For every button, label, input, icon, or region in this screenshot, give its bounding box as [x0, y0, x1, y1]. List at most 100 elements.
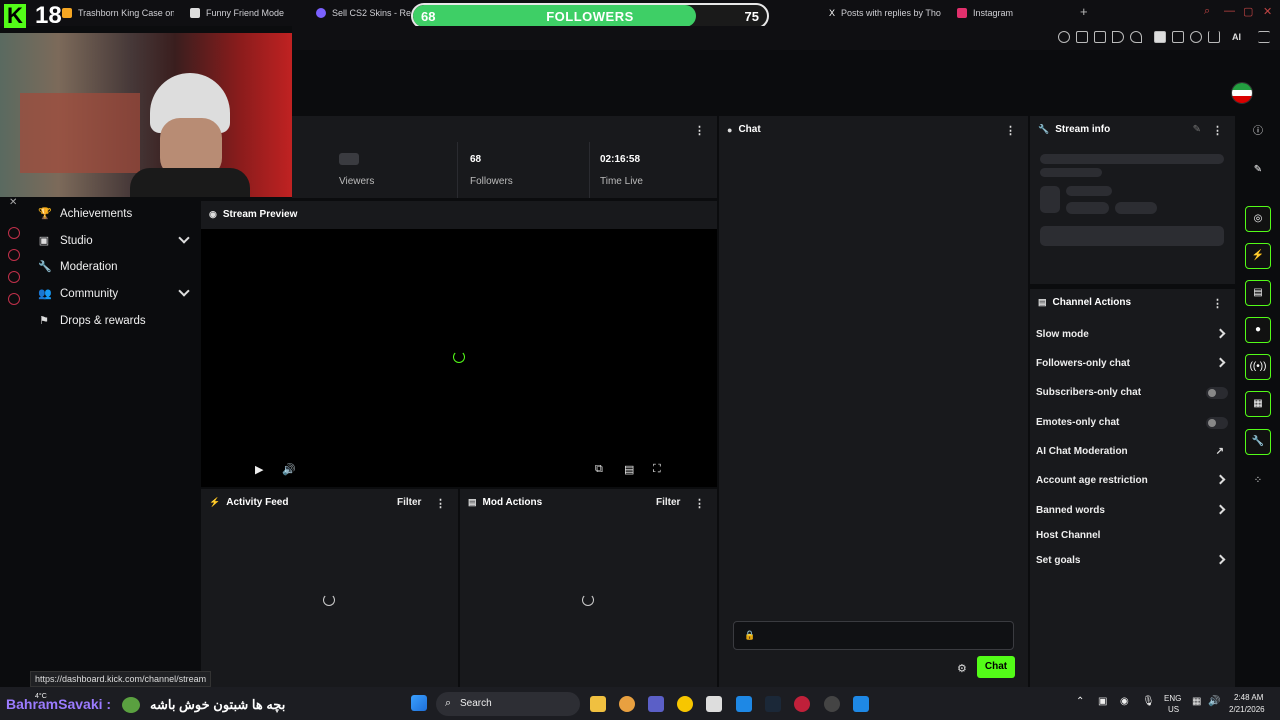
trophy-icon: 🏆 [38, 208, 52, 220]
subscribers-only-toggle[interactable] [1206, 387, 1228, 399]
chat-settings-icon[interactable]: ⚙ [957, 662, 967, 675]
activity-filter-button[interactable]: Filter [397, 497, 421, 508]
play-button[interactable]: ▶ [255, 463, 263, 476]
extension-icon[interactable] [1154, 31, 1166, 43]
profile-icon[interactable] [1190, 31, 1202, 43]
sidebar-item-moderation[interactable]: 🔧 Moderation [38, 256, 188, 278]
widget-channel-actions-button[interactable]: ▦ [1245, 391, 1271, 417]
fullscreen-button[interactable]: ⛶ [653, 463, 661, 476]
sidebar-item-achievements[interactable]: 🏆 Achievements [38, 203, 188, 225]
action-host-channel[interactable]: Host Channel [1036, 527, 1228, 545]
opera-gx-icon[interactable] [794, 696, 810, 712]
file-explorer-icon[interactable] [590, 696, 606, 712]
language-top[interactable]: ENG [1164, 694, 1181, 703]
app-icon[interactable] [619, 696, 635, 712]
teams-icon[interactable] [648, 696, 664, 712]
add-widget-icon[interactable]: ⁘ [1245, 470, 1271, 492]
new-tab-button[interactable]: + [1080, 4, 1088, 19]
tray-app-icon[interactable]: ▣ [1098, 696, 1107, 707]
network-icon[interactable]: ▦ [1192, 696, 1201, 707]
tab-favicon-icon [316, 8, 326, 18]
skeleton-line [1040, 168, 1102, 177]
ai-button[interactable]: AI [1232, 32, 1241, 42]
browser-tab[interactable]: Instagram [957, 4, 1037, 22]
history-icon[interactable] [8, 249, 20, 261]
emotes-only-toggle[interactable] [1206, 417, 1228, 429]
chat-bubble-icon[interactable] [8, 271, 20, 283]
app-icon[interactable] [824, 696, 840, 712]
action-followers-only-chat[interactable]: Followers-only chat [1036, 355, 1228, 373]
browser-tab[interactable]: Funny Friend Mode [190, 4, 305, 22]
clock-date[interactable]: 2/21/2026 [1229, 705, 1265, 714]
widget-broadcast-button[interactable]: ((•)) [1245, 354, 1271, 380]
sidebar-item-community[interactable]: 👥 Community [38, 283, 190, 305]
chevron-down-icon[interactable] [178, 285, 190, 297]
chat-menu-icon[interactable]: ⋮ [1005, 124, 1016, 137]
settings-icon[interactable] [8, 293, 20, 305]
action-account-age-restriction[interactable]: Account age restriction [1036, 472, 1228, 490]
widget-camera-button[interactable]: ◎ [1245, 206, 1271, 232]
action-banned-words[interactable]: Banned words [1036, 502, 1228, 520]
edit-icon[interactable]: ✎ [1245, 159, 1271, 181]
minimize-icon[interactable]: — [1224, 5, 1235, 17]
bookmark-icon[interactable] [1058, 31, 1070, 43]
language-flag-icon[interactable] [1231, 82, 1253, 104]
app-icon[interactable] [853, 696, 869, 712]
chat-input[interactable]: 🔒 [733, 621, 1014, 650]
heart-icon[interactable] [1130, 31, 1142, 43]
browser-tab[interactable]: X Posts with replies by Thor [829, 4, 941, 22]
x-close-icon[interactable]: ✕ [9, 197, 17, 208]
messenger-icon[interactable] [8, 227, 20, 239]
volume-button[interactable]: 🔊 [282, 463, 296, 476]
discord-icon[interactable]: ◉ [1120, 696, 1129, 707]
browser-tab[interactable]: Trashborn King Case on CS [62, 4, 174, 22]
skeleton-line [1040, 154, 1224, 164]
widget-mod-actions-button[interactable]: ▤ [1245, 280, 1271, 306]
video-player[interactable] [201, 229, 717, 487]
language-bottom[interactable]: US [1168, 705, 1179, 714]
microphone-icon[interactable]: 🎙 [1142, 696, 1155, 707]
tray-chevron-icon[interactable]: ⌃ [1076, 696, 1084, 707]
close-icon[interactable]: ✕ [1263, 5, 1272, 18]
steam-icon[interactable] [765, 696, 781, 712]
screenshot-icon[interactable] [1076, 31, 1088, 43]
shield-icon[interactable] [1094, 31, 1106, 43]
action-set-goals[interactable]: Set goals [1036, 552, 1228, 570]
mail-icon[interactable] [736, 696, 752, 712]
action-slow-mode[interactable]: Slow mode [1036, 326, 1228, 344]
menu-icon[interactable] [1258, 31, 1270, 43]
theater-mode-button[interactable]: ▤ [624, 463, 634, 476]
taskbar-search[interactable]: ⌕ Search [436, 692, 580, 716]
windows-start-icon[interactable] [411, 695, 427, 711]
channel-actions-menu-icon[interactable]: ⋮ [1212, 297, 1223, 310]
panel-header: ● Chat [727, 124, 761, 135]
puzzle-icon[interactable] [1172, 31, 1184, 43]
donation-message: بچه ها شبتون خوش باشه [150, 697, 286, 712]
mod-filter-button[interactable]: Filter [656, 497, 680, 508]
play-icon[interactable] [1112, 31, 1124, 43]
stream-info-menu-icon[interactable]: ⋮ [1212, 124, 1223, 137]
download-icon[interactable] [1208, 31, 1220, 43]
chevron-down-icon[interactable] [178, 232, 190, 244]
search-icon[interactable]: ⌕ [1204, 5, 1210, 18]
clock-time[interactable]: 2:48 AM [1234, 693, 1263, 702]
volume-icon[interactable]: 🔊 [1208, 696, 1220, 707]
maximize-icon[interactable]: ▢ [1243, 5, 1253, 18]
wrench-icon: 🔧 [38, 261, 52, 273]
mini-player-button[interactable]: ⧉ [595, 463, 603, 476]
activity-menu-icon[interactable]: ⋮ [435, 497, 446, 510]
widget-wrench-button[interactable]: 🔧 [1245, 429, 1271, 455]
action-ai-chat-moderation[interactable]: AI Chat Moderation ↗ [1036, 443, 1228, 461]
widget-chat-button[interactable]: ● [1245, 317, 1271, 343]
widget-activity-button[interactable]: ⚡ [1245, 243, 1271, 269]
mod-menu-icon[interactable]: ⋮ [694, 497, 705, 510]
sidebar-item-studio[interactable]: ▣ Studio [38, 230, 190, 252]
action-label: Slow mode [1036, 329, 1089, 340]
chat-send-button[interactable]: Chat [977, 656, 1015, 678]
info-icon[interactable]: ⓘ [1245, 121, 1271, 143]
edit-icon[interactable]: ✎ [1193, 124, 1201, 135]
browser-tab[interactable]: Sell CS2 Skins - Real [316, 4, 412, 22]
sidebar-item-drops-rewards[interactable]: ⚑ Drops & rewards [38, 310, 188, 332]
store-icon[interactable] [706, 696, 722, 712]
app-icon[interactable] [677, 696, 693, 712]
